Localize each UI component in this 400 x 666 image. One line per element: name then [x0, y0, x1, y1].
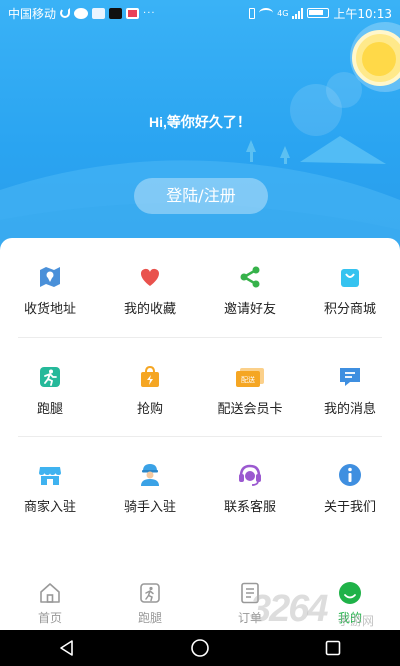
tab-errand[interactable]: 跑腿 — [100, 578, 200, 630]
tab-label: 我的 — [337, 611, 362, 625]
info-icon — [337, 462, 363, 488]
home-circle-icon — [191, 639, 209, 657]
menu-item-errand[interactable]: 跑腿 — [0, 338, 100, 436]
vibrate-icon — [249, 7, 256, 19]
customer-service-icon — [237, 462, 263, 488]
tab-orders[interactable]: 订单 — [200, 578, 300, 630]
menu-item-invite-friends[interactable]: 邀请好友 — [200, 238, 300, 336]
tab-label: 跑腿 — [137, 611, 162, 625]
wifi-icon — [259, 8, 274, 18]
menu-item-rider-join[interactable]: 骑手入驻 — [100, 436, 200, 534]
rider-icon — [137, 462, 163, 488]
system-recents-button[interactable] — [318, 633, 348, 663]
share-icon — [237, 264, 263, 290]
menu-item-customer-service[interactable]: 联系客服 — [200, 436, 300, 534]
profile-icon — [339, 582, 361, 604]
menu-item-label: 我的收藏 — [123, 302, 176, 317]
menu-item-label: 跑腿 — [36, 402, 63, 417]
member-card-icon: 配送 — [234, 364, 266, 390]
signal-icon — [292, 7, 304, 19]
map-icon — [37, 264, 63, 290]
bubble-decoration — [326, 72, 362, 108]
member-card-badge-text: 配送 — [241, 375, 255, 384]
menu-item-label: 配送会员卡 — [217, 402, 283, 417]
heart-icon — [137, 264, 163, 290]
menu-item-label: 积分商城 — [323, 302, 376, 317]
menu-item-label: 联系客服 — [223, 500, 276, 515]
menu-row: 商家入驻 骑手入驻 联系客服 关于我们 — [0, 436, 400, 534]
bottom-tab-bar: 首页 跑腿 订单 我的 — [0, 578, 400, 630]
menu-item-flash-sale[interactable]: 抢购 — [100, 338, 200, 436]
notification-app-icon — [126, 7, 140, 19]
profile-header-banner: Hi,等你好久了！ 登陆/注册 — [0, 0, 400, 270]
system-back-button[interactable] — [52, 633, 82, 663]
recents-square-icon — [326, 640, 341, 656]
store-icon — [37, 462, 63, 488]
tab-home[interactable]: 首页 — [0, 578, 100, 630]
tab-label: 首页 — [37, 611, 62, 625]
menu-item-label: 骑手入驻 — [123, 500, 176, 515]
menu-item-favorites[interactable]: 我的收藏 — [100, 238, 200, 336]
system-navigation-bar — [0, 630, 400, 666]
flash-bag-icon — [137, 364, 163, 390]
notification-app-icon — [92, 7, 106, 19]
menu-item-about-us[interactable]: 关于我们 — [300, 436, 400, 534]
more-notifications-dots: ··· — [143, 7, 156, 19]
menu-row: 收货地址 我的收藏 邀请好友 积分商城 — [0, 238, 400, 336]
menu-item-label: 关于我们 — [323, 500, 376, 515]
menu-item-label: 收货地址 — [23, 302, 76, 317]
login-register-button[interactable]: 登陆/注册 — [134, 178, 268, 214]
menu-item-points-mall[interactable]: 积分商城 — [300, 238, 400, 336]
message-icon — [337, 364, 363, 390]
wechat-icon — [74, 7, 89, 19]
battery-icon — [307, 8, 330, 18]
status-bar: 中国移动 ··· 4G 上午10:13 — [0, 0, 400, 26]
order-list-icon — [241, 582, 259, 604]
sun-decoration — [362, 42, 396, 76]
back-triangle-icon — [59, 640, 73, 656]
network-badge: 4G — [277, 8, 289, 18]
menu-item-shipping-address[interactable]: 收货地址 — [0, 238, 100, 336]
phone-call-icon — [60, 8, 71, 18]
menu-item-label: 抢购 — [136, 402, 163, 417]
tiktok-icon — [109, 7, 123, 19]
tab-mine[interactable]: 我的 — [300, 578, 400, 630]
greeting-text: Hi,等你好久了！ — [149, 114, 251, 130]
system-home-button[interactable] — [185, 633, 215, 663]
carrier-label: 中国移动 — [8, 6, 57, 21]
menu-item-label: 邀请好友 — [223, 302, 276, 317]
menu-item-merchant-join[interactable]: 商家入驻 — [0, 436, 100, 534]
runner-icon — [140, 583, 160, 603]
menu-item-label: 商家入驻 — [23, 500, 76, 515]
shopping-bag-icon — [337, 264, 363, 290]
tab-label: 订单 — [237, 611, 262, 625]
menu-item-delivery-member-card[interactable]: 配送 配送会员卡 — [200, 338, 300, 436]
home-icon — [40, 583, 60, 603]
clock: 上午10:13 — [333, 6, 392, 21]
menu-item-label: 我的消息 — [323, 402, 376, 417]
menu-row: 跑腿 抢购 配送 配送会员卡 我的消息 — [0, 338, 400, 436]
menu-item-my-messages[interactable]: 我的消息 — [300, 338, 400, 436]
runner-icon — [37, 364, 63, 390]
menu-card: 收货地址 我的收藏 邀请好友 积分商城 跑腿 抢购 配送 配送会员卡 我的消息 … — [0, 238, 400, 578]
